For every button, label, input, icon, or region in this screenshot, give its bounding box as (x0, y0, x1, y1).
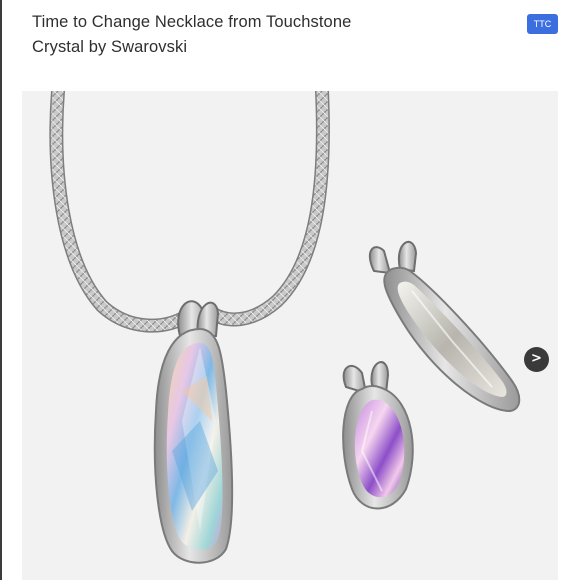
product-photo (22, 91, 558, 580)
listing-title: Time to Change Necklace from Touchstone … (32, 13, 352, 56)
ttc-tag-button[interactable]: TTC (527, 14, 558, 34)
left-border (0, 0, 2, 580)
product-image-gallery[interactable] (22, 91, 558, 580)
next-image-button[interactable]: > (524, 347, 549, 372)
photo-background (22, 91, 558, 580)
chevron-right-icon: > (531, 351, 542, 366)
